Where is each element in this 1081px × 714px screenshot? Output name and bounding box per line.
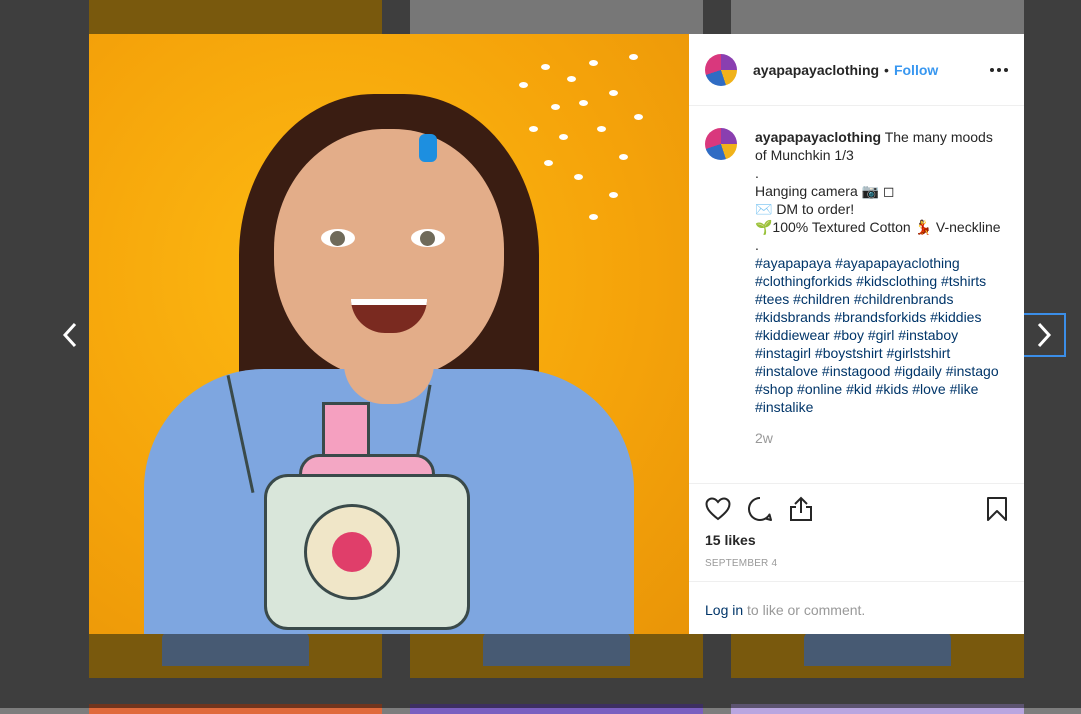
chevron-left-icon xyxy=(62,322,77,348)
hashtag-line[interactable]: #shop #online #kid #kids #love #like xyxy=(755,380,1001,398)
post-header: ayapapayaclothing • Follow xyxy=(689,34,1024,106)
likes-count[interactable]: 15 likes xyxy=(689,524,1024,548)
bookmark-icon[interactable] xyxy=(986,496,1008,522)
login-prompt: Log in to like or comment. xyxy=(689,582,1024,638)
hashtag-line[interactable]: #kidsbrands #brandsforkids #kiddies xyxy=(755,308,1001,326)
separator-dot: • xyxy=(884,61,889,78)
post-details-panel: ayapapayaclothing • Follow ayapapayaclot… xyxy=(689,34,1024,634)
next-post-button[interactable] xyxy=(1022,313,1066,357)
post-photo[interactable] xyxy=(89,34,689,634)
caption-section: ayapapayaclothing The many moods of Munc… xyxy=(689,106,1024,484)
caption-timestamp[interactable]: 2w xyxy=(755,429,1001,447)
caption-text: 🌱100% Textured Cotton 💃 V-neckline xyxy=(755,219,1001,235)
hashtags: #ayapapaya #ayapapayaclothing #clothingf… xyxy=(755,254,1001,416)
heart-icon[interactable] xyxy=(705,497,731,521)
chevron-right-icon xyxy=(1037,322,1052,348)
caption: ayapapayaclothing The many moods of Munc… xyxy=(755,128,1001,483)
hashtag-line[interactable]: #instagirl #boystshirt #girlstshirt xyxy=(755,344,1001,362)
more-options-icon[interactable] xyxy=(990,62,1008,78)
caption-text: Hanging camera 📷 ◻ xyxy=(755,183,895,199)
left-eye xyxy=(321,229,355,247)
hashtag-line[interactable]: #instalike xyxy=(755,398,1001,416)
action-bar xyxy=(689,484,1024,524)
comment-icon[interactable] xyxy=(747,496,773,522)
caption-text: . xyxy=(755,237,759,253)
hashtag-line[interactable]: #kiddiewear #boy #girl #instaboy xyxy=(755,326,1001,344)
login-link[interactable]: Log in xyxy=(705,602,743,618)
caption-text: of Munchkin 1/3 xyxy=(755,147,854,163)
avatar[interactable] xyxy=(705,128,737,160)
caption-text: The many moods xyxy=(884,129,993,145)
avatar[interactable] xyxy=(705,53,737,86)
post-date: SEPTEMBER 4 xyxy=(689,548,1024,582)
hashtag-line[interactable]: #clothingforkids #kidsclothing #tshirts xyxy=(755,272,1001,290)
share-icon[interactable] xyxy=(789,496,813,522)
camera-lens xyxy=(304,504,400,600)
follow-button[interactable]: Follow xyxy=(894,62,938,78)
login-prompt-text: to like or comment. xyxy=(743,602,866,618)
hashtag-line[interactable]: #ayapapaya #ayapapayaclothing xyxy=(755,254,1001,272)
girl-face xyxy=(274,129,504,379)
hair-clip xyxy=(419,134,437,162)
caption-username[interactable]: ayapapayaclothing xyxy=(755,129,881,145)
username-link[interactable]: ayapapayaclothing xyxy=(753,62,879,78)
hashtag-line[interactable]: #instalove #instagood #igdaily #instago xyxy=(755,362,1001,380)
previous-post-button[interactable] xyxy=(48,313,92,357)
hashtag-line[interactable]: #tees #children #childrenbrands xyxy=(755,290,1001,308)
caption-text: ✉️ DM to order! xyxy=(755,201,855,217)
right-eye xyxy=(411,229,445,247)
caption-text: . xyxy=(755,165,759,181)
